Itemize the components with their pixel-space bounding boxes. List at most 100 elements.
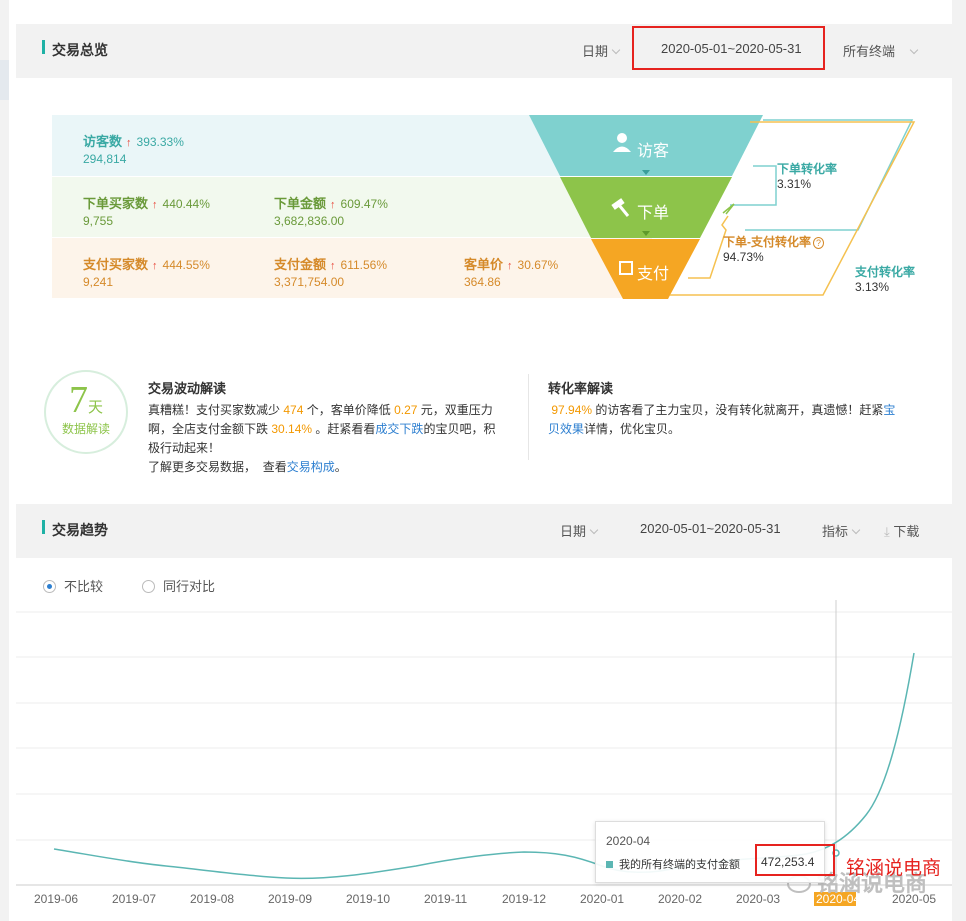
chevron-down-icon (611, 45, 621, 55)
radio-label: 不比较 (64, 579, 104, 594)
annot-value: 94.73% (723, 250, 764, 264)
order-conversion-rate: 下单转化率 3.31% (777, 160, 837, 191)
header-accent-bar (42, 520, 45, 534)
left-strip (0, 0, 9, 921)
help-icon[interactable]: ? (813, 237, 825, 249)
metric-name: 下单金额 (274, 196, 327, 211)
header-accent-bar (42, 40, 45, 54)
trend-date-dropdown[interactable]: 日期 (560, 521, 599, 540)
metric-name: 支付金额 (274, 257, 327, 272)
metric-value: 9,241 (83, 275, 114, 289)
trade-interpretation: 交易波动解读 真糟糕！支付买家数减少 474 个，客单价降低 0.27 元，双重… (148, 378, 518, 477)
x-tick: 2020-01 (580, 892, 625, 906)
x-tick: 2019-11 (424, 892, 468, 906)
overview-title: 交易总览 (52, 42, 108, 58)
seven-day-badge: 7天 数据解读 (44, 370, 128, 454)
annot-label: 支付转化率 (855, 265, 916, 279)
badge-label: 数据解读 (61, 422, 110, 436)
conv-interp-title: 转化率解读 (548, 381, 614, 396)
up-arrow-icon: ↑ (126, 137, 132, 149)
metric-pct: 444.55% (162, 258, 210, 272)
trend-title: 交易趋势 (52, 522, 108, 538)
trend-date-range[interactable]: 2020-05-01~2020-05-31 (640, 521, 781, 536)
chevron-down-icon (589, 525, 599, 535)
x-tick: 2019-10 (346, 892, 391, 906)
download-button[interactable]: ⤓ 下载 (884, 521, 919, 540)
radio-no-compare[interactable]: 不比较 (43, 576, 103, 595)
x-tick: 2019-12 (502, 892, 547, 906)
metric-order-amount: 下单金额 ↑ 609.47% 3,682,836.00 (274, 193, 388, 228)
funnel-label-payments: 支付 (637, 266, 670, 283)
tooltip-row: 我的所有终端的支付金额 (606, 856, 740, 872)
terminal-dropdown[interactable]: 所有终端 (843, 41, 919, 60)
date-range-highlight-box (632, 26, 825, 70)
metric-visitors: 访客数 ↑ 393.33% 294,814 (83, 131, 184, 166)
x-tick: 2019-06 (34, 892, 79, 906)
metric-pct: 611.56% (340, 258, 387, 272)
x-tick: 2019-09 (268, 892, 313, 906)
metric-pay-buyers: 支付买家数 ↑ 444.55% 9,241 (83, 254, 210, 289)
trade-interp-text: 真糟糕！支付买家数减少 474 个，客单价降低 0.27 元，双重压力 啊，全店… (148, 403, 496, 474)
date-label: 日期 (582, 44, 609, 59)
x-tick: 2019-07 (112, 892, 157, 906)
up-arrow-icon: ↑ (152, 260, 158, 272)
top-gap (9, 0, 952, 22)
series-swatch (606, 861, 613, 868)
metric-name: 支付买家数 (83, 257, 149, 272)
left-strip-tab (0, 60, 9, 100)
x-tick: 2020-03 (736, 892, 781, 906)
radio-label: 同行对比 (163, 579, 216, 594)
metric-order-buyers: 下单买家数 ↑ 440.44% 9,755 (83, 193, 210, 228)
badge-number: 7 (68, 379, 88, 421)
radio-unselected-icon (142, 580, 155, 593)
terminal-label: 所有终端 (843, 44, 896, 59)
conv-interp-text: 97.94% 的访客看了主力宝贝，没有转化就离开，真遗憾！赶紧宝 贝效果详情，优… (548, 403, 896, 436)
date-label: 日期 (560, 524, 587, 539)
annot-value: 3.31% (777, 177, 812, 191)
up-arrow-icon: ↑ (330, 260, 336, 272)
annot-label: 下单转化率 (777, 162, 838, 176)
conversion-interpretation: 转化率解读 97.94% 的访客看了主力宝贝，没有转化就离开，真遗憾！赶紧宝 贝… (548, 378, 908, 439)
radio-selected-icon (43, 580, 56, 593)
badge-unit: 天 (87, 399, 103, 416)
order-pay-conversion-rate: 下单-支付转化率? 94.73% (723, 233, 825, 264)
trade-composition-link[interactable]: 交易构成 (287, 460, 335, 474)
item-effect-link[interactable]: 宝 (883, 403, 895, 417)
metric-value: 3,682,836.00 (274, 214, 345, 228)
metric-value: 294,814 (83, 152, 127, 166)
x-tick: 2020-02 (658, 892, 703, 906)
metric-pct: 440.44% (162, 197, 210, 211)
up-arrow-icon: ↑ (507, 260, 513, 272)
up-arrow-icon: ↑ (330, 199, 336, 211)
download-icon: ⤓ (884, 524, 890, 539)
funnel-label-visitors: 访客 (637, 143, 670, 160)
tooltip-value-highlight-box (755, 844, 835, 876)
chart-gridlines (16, 611, 952, 841)
x-tick: 2019-08 (190, 892, 235, 906)
download-label: 下载 (893, 524, 920, 539)
pay-conversion-rate: 支付转化率 3.13% (855, 263, 915, 294)
overview-date-dropdown[interactable]: 日期 (582, 41, 621, 60)
decline-items-link[interactable]: 成交下跌 (375, 422, 423, 436)
right-scroll-strip (952, 0, 966, 921)
item-effect-link-cont[interactable]: 贝效果 (548, 422, 584, 436)
metric-name: 下单买家数 (83, 196, 149, 211)
metric-pay-amount: 支付金额 ↑ 611.56% 3,371,754.00 (274, 254, 387, 289)
radio-peer-compare[interactable]: 同行对比 (142, 576, 215, 595)
metric-pct: 609.47% (340, 197, 388, 211)
metric-pct: 393.33% (136, 135, 184, 149)
metric-value: 3,371,754.00 (274, 275, 345, 289)
metric-value: 9,755 (83, 214, 114, 228)
annot-value: 3.13% (855, 280, 890, 294)
interp-divider (528, 374, 529, 460)
tooltip-month: 2020-04 (606, 834, 651, 848)
metric-name: 客单价 (464, 257, 504, 272)
trend-header: 交易趋势 日期 2020-05-01~2020-05-31 指标 ⤓ 下载 (16, 504, 952, 558)
trade-interp-title: 交易波动解读 (148, 381, 227, 396)
funnel-label-orders: 下单 (637, 205, 670, 222)
metric-name: 访客数 (83, 134, 123, 149)
annot-label: 下单-支付转化率 (723, 235, 811, 249)
chevron-down-icon (909, 45, 919, 55)
indicator-label: 指标 (822, 524, 849, 539)
indicator-dropdown[interactable]: 指标 (822, 521, 861, 540)
